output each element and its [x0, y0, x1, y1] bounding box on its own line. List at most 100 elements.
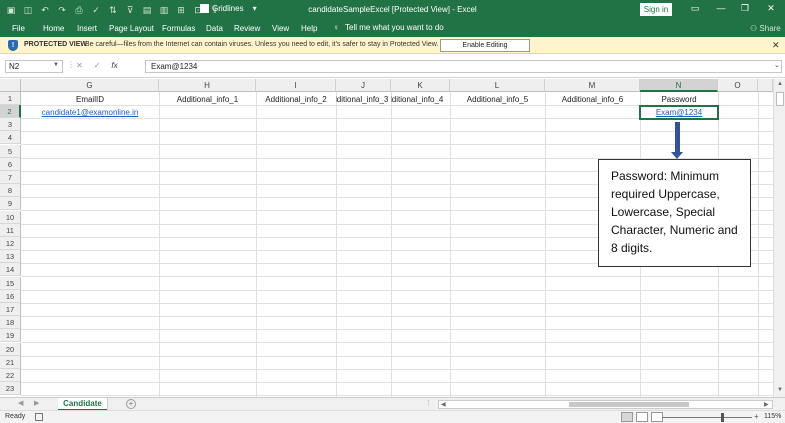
- cancel-icon[interactable]: ✕: [76, 61, 83, 70]
- enter-icon[interactable]: ✓: [94, 61, 101, 70]
- tab-home[interactable]: Home: [43, 24, 64, 33]
- row-header[interactable]: 15: [0, 277, 21, 290]
- tab-split-handle-icon[interactable]: ⋮: [425, 399, 432, 407]
- horizontal-scrollbar[interactable]: ◀ ▶: [438, 400, 773, 409]
- row-header[interactable]: 19: [0, 329, 21, 342]
- next-sheet-icon[interactable]: ▶: [34, 399, 39, 407]
- tab-data[interactable]: Data: [206, 24, 223, 33]
- gridlines-checkbox[interactable]: [200, 4, 209, 13]
- row-header[interactable]: 8: [0, 184, 21, 197]
- horizontal-scroll-thumb[interactable]: [569, 402, 689, 407]
- row-header[interactable]: 12: [0, 237, 21, 250]
- insert-function-icon[interactable]: fx: [111, 61, 117, 70]
- row-header[interactable]: 16: [0, 290, 21, 303]
- tab-page-layout[interactable]: Page Layout: [109, 24, 154, 33]
- tab-review[interactable]: Review: [234, 24, 260, 33]
- add-sheet-icon[interactable]: +: [126, 399, 136, 409]
- gridlines-toggle[interactable]: Gridlines ▾: [200, 4, 257, 13]
- expand-formula-bar-icon[interactable]: ⌄: [774, 61, 780, 69]
- column-header-n[interactable]: N: [640, 79, 718, 92]
- cell-l1[interactable]: Additional_info_5: [450, 93, 545, 106]
- cell-h1[interactable]: Additional_info_1: [159, 93, 256, 106]
- macro-record-icon[interactable]: [35, 413, 43, 421]
- print-icon[interactable]: ⎙: [72, 3, 86, 17]
- column-header-g[interactable]: G: [21, 79, 159, 92]
- share-button[interactable]: ⚇ Share: [750, 24, 781, 33]
- sort-icon[interactable]: ⇅: [106, 3, 120, 17]
- row-header[interactable]: 7: [0, 171, 21, 184]
- row-header[interactable]: 22: [0, 369, 21, 382]
- undo-icon[interactable]: ↶: [38, 3, 52, 17]
- tab-file[interactable]: File: [12, 24, 25, 33]
- row-header[interactable]: 21: [0, 356, 21, 369]
- column-header-l[interactable]: L: [450, 79, 545, 92]
- cell-g1[interactable]: EmailID: [21, 93, 159, 106]
- column-header-o[interactable]: O: [718, 79, 758, 92]
- row-header[interactable]: 14: [0, 263, 21, 276]
- minimize-button[interactable]: —: [714, 3, 728, 13]
- row-header[interactable]: 6: [0, 158, 21, 171]
- scroll-down-icon[interactable]: ▼: [777, 387, 783, 393]
- table-icon[interactable]: ⊞: [174, 3, 188, 17]
- zoom-slider[interactable]: [662, 417, 752, 418]
- chart-icon[interactable]: ▥: [157, 3, 171, 17]
- close-button[interactable]: ✕: [764, 3, 778, 14]
- restore-button[interactable]: ❐: [738, 3, 752, 14]
- column-header-p[interactable]: [758, 79, 773, 92]
- row-header[interactable]: 11: [0, 224, 21, 237]
- spelling-icon[interactable]: ✓: [89, 3, 103, 17]
- save-icon[interactable]: ▣: [4, 3, 18, 17]
- row-header[interactable]: 2: [0, 105, 21, 118]
- filter-icon[interactable]: ⊽: [123, 3, 137, 17]
- normal-view-button[interactable]: [621, 412, 633, 422]
- format-icon[interactable]: ▤: [140, 3, 154, 17]
- row-header[interactable]: 1: [0, 92, 21, 105]
- row-header[interactable]: 20: [0, 343, 21, 356]
- vertical-scroll-thumb[interactable]: [776, 92, 784, 106]
- sign-in-button[interactable]: Sign in: [640, 3, 672, 16]
- row-header[interactable]: 9: [0, 197, 21, 210]
- zoom-level[interactable]: 115%: [764, 413, 781, 420]
- zoom-slider-knob[interactable]: [721, 413, 724, 422]
- cell-g2-email-link[interactable]: candidate1@examonline.in: [21, 106, 159, 119]
- row-header[interactable]: 3: [0, 118, 21, 131]
- row-header[interactable]: 10: [0, 211, 21, 224]
- tell-me-search[interactable]: ♀ Tell me what you want to do: [333, 23, 444, 32]
- scroll-up-icon[interactable]: ▲: [777, 81, 783, 87]
- row-header[interactable]: 18: [0, 316, 21, 329]
- formula-input[interactable]: Exam@1234: [145, 60, 782, 73]
- page-layout-view-button[interactable]: [636, 412, 648, 422]
- row-header[interactable]: 4: [0, 131, 21, 144]
- row-header[interactable]: 23: [0, 382, 21, 395]
- column-header-k[interactable]: K: [391, 79, 450, 92]
- ribbon-display-icon[interactable]: ▭: [688, 3, 702, 14]
- tab-help[interactable]: Help: [301, 24, 317, 33]
- enable-editing-button[interactable]: Enable Editing: [440, 39, 530, 52]
- tab-view[interactable]: View: [272, 24, 289, 33]
- zoom-in-button[interactable]: +: [754, 412, 759, 421]
- cell-k1[interactable]: Additional_info_4: [391, 93, 450, 106]
- cell-m1[interactable]: Additional_info_6: [545, 93, 640, 106]
- password-rule-note[interactable]: Password: Minimum required Uppercase, Lo…: [598, 159, 751, 267]
- column-header-h[interactable]: H: [159, 79, 256, 92]
- column-header-m[interactable]: M: [545, 79, 640, 92]
- column-header-i[interactable]: I: [256, 79, 336, 92]
- row-header[interactable]: 5: [0, 145, 21, 158]
- cell-i1[interactable]: Additional_info_2: [256, 93, 336, 106]
- prev-sheet-icon[interactable]: ◀: [18, 399, 23, 407]
- tab-insert[interactable]: Insert: [77, 24, 97, 33]
- vertical-scrollbar[interactable]: ▲ ▼: [773, 79, 785, 397]
- chevron-down-icon[interactable]: ▼: [53, 62, 59, 68]
- select-all-corner[interactable]: [0, 79, 21, 92]
- redo-icon[interactable]: ↷: [55, 3, 69, 17]
- scroll-left-icon[interactable]: ◀: [441, 401, 446, 408]
- customize-toolbar-icon[interactable]: ▾: [253, 4, 257, 13]
- scroll-right-icon[interactable]: ▶: [764, 401, 769, 408]
- close-icon[interactable]: ✕: [772, 40, 780, 51]
- tab-formulas[interactable]: Formulas: [162, 24, 195, 33]
- column-header-j[interactable]: J: [336, 79, 391, 92]
- row-header[interactable]: 17: [0, 303, 21, 316]
- row-header[interactable]: 13: [0, 250, 21, 263]
- autosave-icon[interactable]: ◫: [21, 3, 35, 17]
- cell-j1[interactable]: Additional_info_3: [336, 93, 391, 106]
